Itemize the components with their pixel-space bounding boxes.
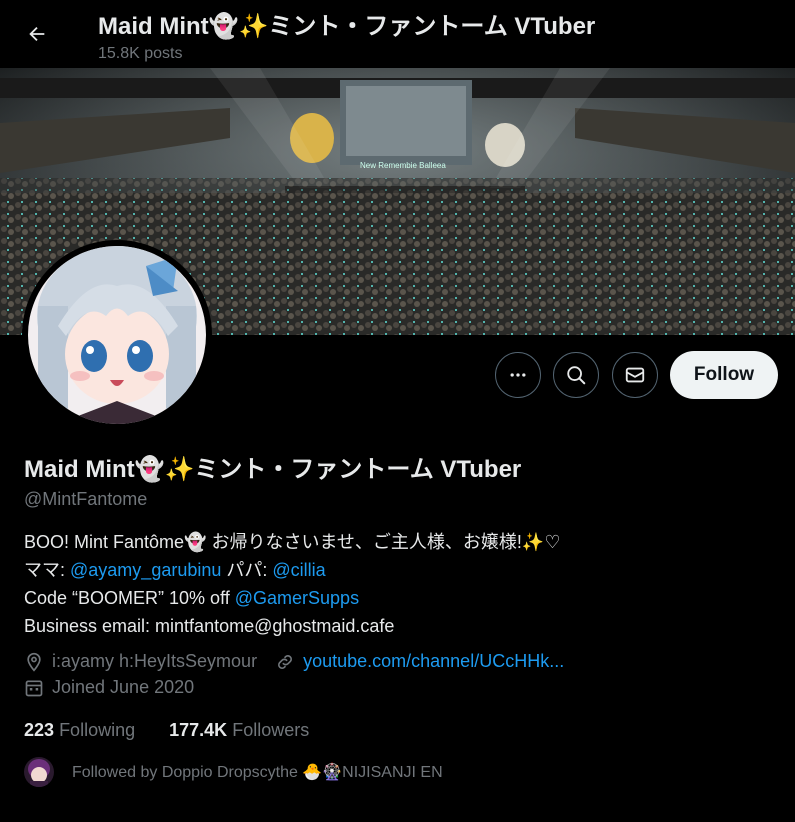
follower-avatar <box>24 757 54 787</box>
link-icon <box>278 654 293 669</box>
bio-line-2: ママ: @ayamy_garubinu パパ: @cillia <box>24 556 560 584</box>
followers-link[interactable]: 177.4K Followers <box>169 720 309 740</box>
back-button[interactable] <box>20 17 54 51</box>
more-button[interactable] <box>495 352 541 398</box>
search-icon <box>567 366 586 385</box>
search-button[interactable] <box>553 352 599 398</box>
website-link[interactable]: youtube.com/channel/UCcHHk... <box>303 651 564 672</box>
papa-link[interactable]: @cillia <box>272 560 325 580</box>
avatar-image <box>28 246 206 424</box>
profile-bio: BOO! Mint Fantôme👻 お帰りなさいませ、ご主人様、お嬢様!✨♡ … <box>24 528 560 640</box>
mama-link[interactable]: @ayamy_garubinu <box>70 560 221 580</box>
top-bar: Maid Mint👻✨ミント・ファントーム VTuber 15.8K posts <box>0 0 795 68</box>
following-link[interactable]: 223 Following <box>24 720 135 740</box>
bio-papa-label: パパ: <box>221 560 273 580</box>
profile-meta-row: i:ayamy h:HeyItsSeymour youtube.com/chan… <box>24 651 564 672</box>
calendar-icon <box>25 680 43 696</box>
profile-avatar[interactable] <box>22 240 212 430</box>
followed-by-text: Followed by Doppio Dropscythe 🐣🎡NIJISANJ… <box>72 764 443 781</box>
followers-count: 177.4K <box>169 720 228 740</box>
location-icon <box>27 652 41 672</box>
header-title: Maid Mint👻✨ミント・ファントーム VTuber <box>98 13 596 40</box>
back-arrow-icon <box>29 26 45 42</box>
following-label: Following <box>59 720 136 740</box>
follow-button[interactable]: Follow <box>670 351 778 399</box>
more-icon <box>510 373 526 377</box>
joined-row: Joined June 2020 <box>24 677 194 698</box>
message-button[interactable] <box>612 352 658 398</box>
follow-counts: 223 Following 177.4K Followers <box>24 720 309 741</box>
user-handle: @MintFantome <box>24 489 148 509</box>
post-count: 15.8K posts <box>98 45 183 62</box>
followed-by-row[interactable]: Followed by Doppio Dropscythe 🐣🎡NIJISANJ… <box>24 757 443 787</box>
followers-label: Followers <box>232 720 310 740</box>
following-count: 223 <box>24 720 55 740</box>
bio-code-text: Code “BOOMER” 10% off <box>24 588 235 608</box>
bio-line-1: BOO! Mint Fantôme👻 お帰りなさいませ、ご主人様、お嬢様!✨♡ <box>24 532 561 552</box>
mail-icon <box>625 367 645 383</box>
display-name: Maid Mint👻✨ミント・ファントーム VTuber <box>24 456 522 483</box>
bio-line-4: Business email: mintfantome@ghostmaid.ca… <box>24 616 395 636</box>
joined-text: Joined June 2020 <box>52 677 195 697</box>
bio-line-3: Code “BOOMER” 10% off @GamerSupps <box>24 584 560 612</box>
bio-mama-label: ママ: <box>24 560 71 580</box>
banner-screen-text: New Remembie Balleea <box>360 161 446 170</box>
location-text: i:ayamy h:HeyItsSeymour <box>52 651 258 671</box>
gamersupps-link[interactable]: @GamerSupps <box>235 588 359 608</box>
